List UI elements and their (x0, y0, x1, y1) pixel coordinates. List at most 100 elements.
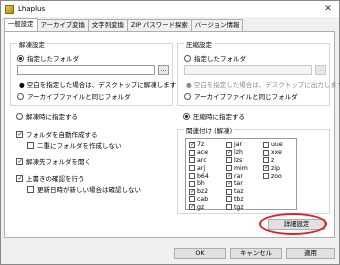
confirm-overwrite-checkbox[interactable] (16, 174, 23, 182)
cancel-button[interactable]: キャンセル (230, 248, 282, 259)
tab-archive-convert[interactable]: アーカイブ変換 (36, 19, 89, 31)
extension-item[interactable]: ace (189, 149, 209, 157)
tab-general[interactable]: 一般設定 (4, 18, 38, 31)
tab-zip-password[interactable]: ZIP パスワード探索 (126, 19, 192, 31)
extension-checkbox[interactable] (263, 173, 269, 180)
extension-item[interactable]: b64 (189, 172, 209, 180)
extension-item[interactable]: arj (189, 164, 209, 172)
extension-label: arj (197, 164, 206, 172)
extension-item[interactable]: z (263, 157, 283, 165)
extension-item[interactable]: rar (226, 172, 248, 180)
extension-checkbox[interactable] (189, 196, 195, 203)
extension-item[interactable]: xxe (263, 149, 283, 157)
compress-same-radio[interactable] (184, 92, 191, 100)
extension-checkbox[interactable] (226, 141, 232, 148)
extension-label: mim (234, 164, 248, 172)
extension-label: xxe (271, 149, 282, 157)
auto-create-checkbox[interactable] (16, 130, 23, 138)
extract-opt-folder[interactable]: 指定したフォルダ (17, 53, 79, 63)
extension-checkbox[interactable] (226, 204, 232, 211)
extension-checkbox[interactable] (189, 141, 195, 148)
close-icon[interactable]: ✕ (321, 3, 335, 15)
compress-opt-same[interactable]: アーカイブファイルと同じフォルダ (184, 91, 298, 101)
compress-browse-button[interactable]: ... (315, 65, 326, 75)
extension-checkbox[interactable] (263, 157, 269, 164)
extension-item[interactable]: cab (189, 196, 209, 204)
compress-folder-radio[interactable] (184, 54, 191, 62)
extension-label: zoo (271, 172, 282, 180)
no-double-folder[interactable]: 二重にフォルダを作成しない (27, 140, 122, 150)
extension-label: arc (197, 156, 207, 164)
extension-checkbox[interactable] (226, 173, 232, 180)
extension-item[interactable]: uue (263, 141, 283, 149)
extension-label: jar (234, 141, 243, 149)
extension-item[interactable]: jar (226, 141, 248, 149)
extension-item[interactable]: taz (226, 188, 248, 196)
extension-item[interactable]: 7z (189, 141, 209, 149)
extension-item[interactable]: lzh (226, 149, 248, 157)
skip-newer-label: 更新日時が新しい場合は確認しない (37, 186, 141, 194)
extension-label: tgz (234, 203, 244, 211)
extension-checkbox[interactable] (226, 196, 232, 203)
extension-checkbox[interactable] (226, 180, 232, 187)
extension-label: uue (271, 141, 283, 149)
extension-item[interactable]: mim (226, 164, 248, 172)
extract-browse-button[interactable]: ... (158, 65, 169, 75)
tab-version-info[interactable]: バージョン情報 (190, 19, 244, 31)
extension-item[interactable]: bh (189, 180, 209, 188)
extract-same-radio[interactable] (17, 92, 24, 100)
window-title: Lhaplus (18, 5, 46, 13)
extension-checkbox[interactable] (189, 173, 195, 180)
skip-newer-checkbox[interactable] (27, 185, 34, 193)
extension-item[interactable]: tar (226, 180, 248, 188)
extract-each-radio[interactable] (16, 112, 23, 120)
extension-checkbox[interactable] (226, 149, 232, 156)
extension-label: z (271, 156, 275, 164)
extract-hint: ● 空白を指定した場合は、デスクトップに解凍します (19, 81, 177, 89)
extension-label: taz (234, 188, 244, 196)
apply-button[interactable]: 適用 (286, 248, 335, 259)
extension-item[interactable]: bz2 (189, 188, 209, 196)
extension-checkbox[interactable] (189, 204, 195, 211)
extension-item[interactable]: arc (189, 157, 209, 165)
confirm-overwrite[interactable]: 上書きの確認を行う (16, 173, 85, 183)
extension-label: lzs (234, 156, 243, 164)
compress-folder-input[interactable] (184, 65, 312, 75)
extension-item[interactable]: gz (189, 203, 209, 211)
extension-item[interactable]: tbz (226, 196, 248, 204)
compress-each-radio[interactable] (183, 112, 190, 120)
extension-checkbox[interactable] (226, 165, 232, 172)
extract-folder-input[interactable] (17, 65, 155, 75)
extract-opt-each[interactable]: 解凍時に指定する (16, 111, 78, 121)
open-dest-folder[interactable]: 解凍先フォルダを開く (16, 156, 91, 166)
extension-checkbox[interactable] (226, 157, 232, 164)
tab-string-convert[interactable]: 文字列変換 (87, 19, 128, 31)
extract-opt-same[interactable]: アーカイブファイルと同じフォルダ (17, 91, 131, 101)
ok-button[interactable]: OK (174, 248, 226, 259)
extension-checkbox[interactable] (189, 165, 195, 172)
compress-opt-folder[interactable]: 指定したフォルダ (184, 53, 246, 63)
extract-folder-radio[interactable] (17, 54, 24, 62)
extension-item[interactable]: tgz (226, 203, 248, 211)
no-double-checkbox[interactable] (27, 141, 34, 149)
extension-list[interactable]: 7zacearcarjb64bhbz2cabgz jarlzhlzsmimrar… (185, 138, 297, 211)
extension-item[interactable]: lzs (226, 157, 248, 165)
extension-checkbox[interactable] (189, 180, 195, 187)
auto-create-folder[interactable]: フォルダを自動作成する (16, 129, 98, 139)
compress-group-title: 圧縮設定 (184, 39, 214, 49)
extension-checkbox[interactable] (189, 188, 195, 195)
extension-checkbox[interactable] (189, 149, 195, 156)
extension-checkbox[interactable] (263, 165, 269, 172)
extension-label: tbz (234, 195, 244, 203)
extension-item[interactable]: zoo (263, 172, 283, 180)
extension-checkbox[interactable] (189, 157, 195, 164)
skip-newer[interactable]: 更新日時が新しい場合は確認しない (27, 184, 141, 194)
extension-item[interactable]: zip (263, 164, 283, 172)
open-folder-checkbox[interactable] (16, 157, 23, 165)
extension-checkbox[interactable] (263, 141, 269, 148)
extension-checkbox[interactable] (263, 149, 269, 156)
compress-opt-each[interactable]: 圧縮時に指定する (183, 111, 245, 121)
extension-label: 7z (197, 141, 205, 149)
extension-label: gz (197, 203, 205, 211)
extension-checkbox[interactable] (226, 188, 232, 195)
